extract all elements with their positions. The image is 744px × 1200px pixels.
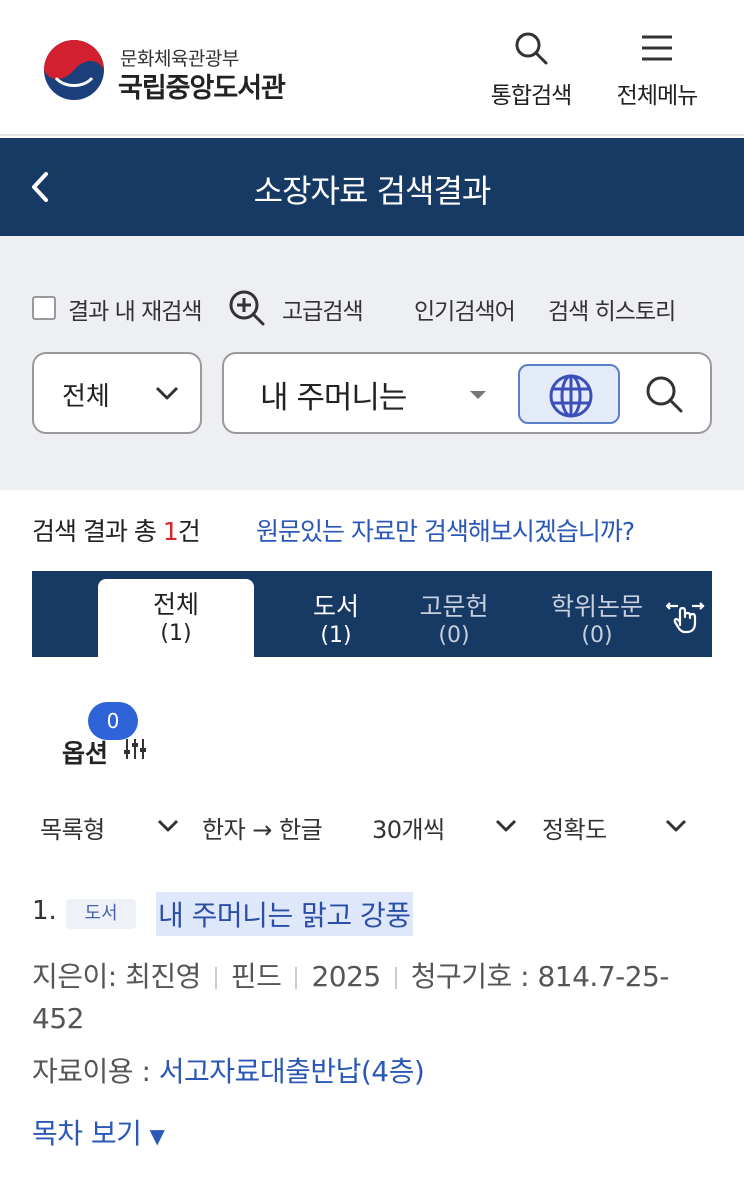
title-bar: 소장자료 검색결과	[0, 138, 744, 236]
refine-checkbox[interactable]	[32, 296, 56, 320]
hamburger-menu-icon	[642, 35, 672, 61]
zoom-plus-icon[interactable]	[228, 288, 266, 328]
chevron-down-icon	[157, 819, 179, 832]
header-search-button[interactable]: 통합검색	[476, 30, 586, 114]
hanja-convert-option[interactable]: 한자 → 한글	[202, 806, 362, 846]
availability-line: 자료이용 : 서고자료대출반납(4층)	[32, 1050, 425, 1090]
publisher: 핀드	[230, 960, 282, 993]
globe-icon	[549, 374, 593, 418]
tab-old-documents-label: 고문헌	[419, 592, 489, 621]
result-count-prefix: 검색 결과 총	[32, 517, 163, 546]
advanced-search-link[interactable]: 고급검색	[282, 292, 364, 326]
library-name[interactable]: 국립중앙도서관	[118, 66, 286, 105]
page-title: 소장자료 검색결과	[253, 172, 492, 210]
chevron-down-icon	[665, 819, 687, 832]
search-icon	[515, 32, 548, 65]
sort-select[interactable]: 정확도	[542, 806, 692, 846]
options-button[interactable]: 옵션	[62, 734, 108, 770]
chevron-down-icon	[495, 819, 517, 832]
tab-all[interactable]: 전체 (1)	[98, 579, 254, 657]
search-query-text[interactable]: 내 주머니는	[260, 372, 407, 417]
search-history-link[interactable]: 검색 히스토리	[548, 292, 676, 326]
header-menu-button[interactable]: 전체메뉴	[602, 30, 712, 114]
tab-old-documents[interactable]: 고문헌 (0)	[402, 571, 506, 657]
availability-location-link[interactable]: 서고자료대출반납(4층)	[159, 1055, 425, 1088]
header-search-label: 통합검색	[490, 83, 573, 109]
search-panel: 결과 내 재검색 고급검색 인기검색어 검색 히스토리 전체 내 주머니는	[0, 236, 744, 490]
view-mode-value: 목록형	[40, 816, 105, 844]
refine-label[interactable]: 결과 내 재검색	[68, 292, 203, 326]
tab-books-label: 도서	[312, 592, 359, 621]
result-count-number: 1	[162, 517, 179, 546]
publication-year: 2025	[311, 960, 381, 993]
material-type-tabs: 전체 (1) 도서 (1) 고문헌 (0) 학위논문 (0)	[32, 571, 712, 657]
tab-all-count: (1)	[160, 621, 192, 646]
table-of-contents-toggle[interactable]: 목차 보기 ▼	[32, 1112, 165, 1152]
hanja-convert-value: 한자 → 한글	[202, 816, 323, 844]
chevron-down-icon	[155, 386, 179, 400]
divider	[295, 967, 298, 989]
tab-theses[interactable]: 학위논문 (0)	[532, 571, 662, 657]
sort-value: 정확도	[542, 816, 607, 844]
swipe-hand-icon	[666, 602, 705, 634]
toc-label: 목차 보기	[32, 1117, 142, 1150]
search-options-row: 결과 내 재검색 고급검색 인기검색어 검색 히스토리	[32, 288, 712, 328]
multilingual-keyboard-button[interactable]	[518, 364, 620, 424]
tab-old-documents-count: (0)	[438, 623, 470, 648]
per-page-select[interactable]: 30개씩	[372, 806, 522, 846]
filter-sliders-icon[interactable]	[122, 736, 148, 762]
per-page-value: 30개씩	[372, 816, 445, 844]
result-item-title[interactable]: 내 주머니는 맑고 강풍	[156, 892, 413, 936]
original-text-only-link[interactable]: 원문있는 자료만 검색해보시겠습니까?	[256, 512, 635, 548]
search-submit-icon[interactable]	[642, 372, 686, 416]
search-input[interactable]: 내 주머니는	[222, 352, 712, 434]
tab-books[interactable]: 도서 (1)	[286, 571, 386, 657]
view-mode-select[interactable]: 목록형	[40, 806, 180, 846]
author: 지은이: 최진영	[32, 960, 201, 993]
divider	[394, 967, 397, 989]
triangle-down-icon: ▼	[149, 1124, 165, 1148]
divider	[214, 967, 217, 989]
tab-theses-label: 학위논문	[550, 592, 643, 621]
result-item-number: 1.	[32, 896, 57, 926]
availability-label: 자료이용 :	[32, 1055, 159, 1088]
result-count-suffix: 건	[177, 517, 201, 546]
tab-theses-count: (0)	[581, 623, 613, 648]
scope-select[interactable]: 전체	[32, 352, 202, 434]
top-header: 문화체육관광부 국립중앙도서관 통합검색 전체메뉴	[0, 0, 744, 136]
government-logo-icon[interactable]	[42, 38, 106, 102]
popular-keywords-link[interactable]: 인기검색어	[414, 292, 516, 326]
autocomplete-caret-icon[interactable]	[470, 391, 486, 399]
material-type-badge: 도서	[66, 899, 136, 929]
tab-books-count: (1)	[320, 623, 352, 648]
tab-all-label: 전체	[152, 590, 199, 619]
header-menu-label: 전체메뉴	[616, 83, 699, 109]
result-item-meta: 지은이: 최진영 핀드 2025 청구기호 : 814.7-25-452	[32, 956, 712, 1040]
result-count: 검색 결과 총 1건	[32, 512, 201, 548]
scope-select-value: 전체	[62, 382, 110, 412]
